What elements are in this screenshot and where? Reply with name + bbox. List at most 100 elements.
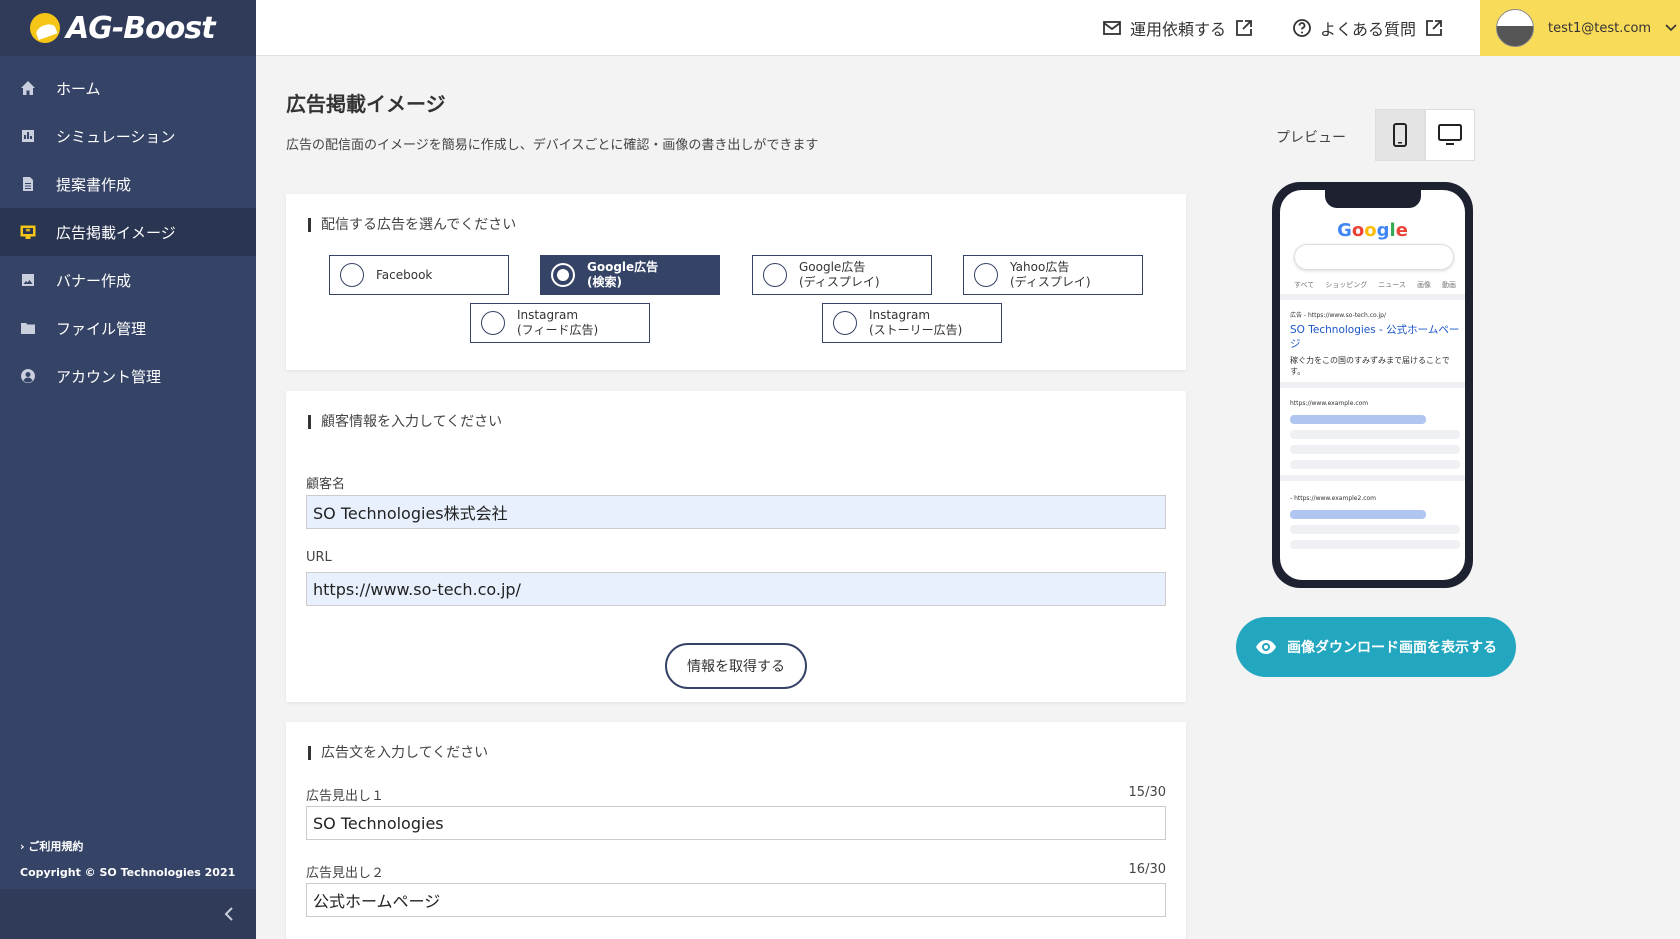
ad-option-yahoo-display[interactable]: Yahoo広告 (ディスプレイ) xyxy=(963,255,1143,295)
google-tab: 画像 xyxy=(1416,281,1431,289)
faq-link[interactable]: よくある質問 xyxy=(1292,16,1444,40)
customer-info-card: 顧客情報を入力してください 顧客名 URL 情報を取得する xyxy=(286,391,1186,702)
phone-notch xyxy=(1324,190,1421,208)
placeholder-bar xyxy=(1290,460,1460,469)
sidebar-item-account[interactable]: アカウント管理 xyxy=(0,352,256,400)
help-circle-icon xyxy=(1293,19,1311,37)
section-title: 配信する広告を選んでください xyxy=(308,218,516,232)
desktop-preview-toggle[interactable] xyxy=(1425,109,1475,161)
ad-option-google-display[interactable]: Google広告 (ディスプレイ) xyxy=(752,255,932,295)
request-operation-label: 運用依頼する xyxy=(1130,20,1227,39)
phone-screen: Google すべて ショッピング ニュース 画像 動画 広告 - https:… xyxy=(1280,190,1465,580)
external-link-icon xyxy=(1236,20,1252,36)
customer-name-input[interactable] xyxy=(306,495,1166,529)
sidebar-item-simulation[interactable]: シミュレーション xyxy=(0,112,256,160)
section-title: 広告文を入力してください xyxy=(308,746,488,760)
option-sublabel: (ストーリー広告) xyxy=(869,323,963,337)
option-label: Yahoo広告 xyxy=(1010,260,1070,274)
preview-label: プレビュー xyxy=(1276,130,1346,146)
headline2-label: 広告見出し２ xyxy=(306,866,385,881)
download-button-label: 画像ダウンロード画面を表示する xyxy=(1287,640,1497,656)
eye-icon xyxy=(1256,640,1276,654)
user-circle-icon xyxy=(20,368,36,384)
headline1-label: 広告見出し１ xyxy=(306,789,385,804)
section-title: 顧客情報を入力してください xyxy=(308,415,502,429)
logo-text: AG-Boost xyxy=(66,10,216,46)
smartphone-icon xyxy=(1393,123,1407,147)
placeholder-bar xyxy=(1290,430,1460,439)
ad-option-instagram-feed[interactable]: Instagram (フィード広告) xyxy=(470,303,650,343)
fetch-info-button[interactable]: 情報を取得する xyxy=(665,643,807,689)
divider xyxy=(1280,475,1465,481)
request-operation-link[interactable]: 運用依頼する xyxy=(1102,16,1254,40)
radio-icon xyxy=(340,263,364,287)
placeholder-bar xyxy=(1290,540,1460,549)
mobile-preview-toggle[interactable] xyxy=(1375,109,1425,161)
ad-description: 稼ぐ力をこの国のすみずみまで届けることです。 xyxy=(1290,356,1450,376)
page-description: 広告の配信面のイメージを簡易に作成し、デバイスごとに確認・画像の書き出しができま… xyxy=(286,138,819,153)
folder-icon xyxy=(20,320,36,336)
sidebar-item-home[interactable]: ホーム xyxy=(0,64,256,112)
url-label: URL xyxy=(306,550,332,565)
copyright: Copyright © SO Technologies 2021 xyxy=(20,866,236,879)
app-logo[interactable]: AG-Boost xyxy=(0,0,256,56)
option-sublabel: (検索) xyxy=(587,275,622,289)
radio-icon xyxy=(763,263,787,287)
google-tab: ショッピング xyxy=(1325,281,1368,289)
faq-label: よくある質問 xyxy=(1320,20,1417,39)
url-input[interactable] xyxy=(306,572,1166,606)
sidebar-item-proposal[interactable]: 提案書作成 xyxy=(0,160,256,208)
sidebar-item-label: 提案書作成 xyxy=(56,175,132,194)
radio-icon xyxy=(833,311,857,335)
headline1-input[interactable] xyxy=(306,806,1166,840)
sidebar-item-files[interactable]: ファイル管理 xyxy=(0,304,256,352)
sidebar-footer: › ご利用規約 Copyright © SO Technologies 2021 xyxy=(20,838,235,879)
sidebar-item-label: ファイル管理 xyxy=(56,319,147,338)
terms-label: ご利用規約 xyxy=(28,840,84,853)
sidebar-item-banner[interactable]: バナー作成 xyxy=(0,256,256,304)
avatar xyxy=(1496,9,1534,47)
radio-icon xyxy=(481,311,505,335)
ad-option-instagram-story[interactable]: Instagram (ストーリー広告) xyxy=(822,303,1002,343)
google-tab: 動画 xyxy=(1441,281,1456,289)
headline1-counter: 15/30 xyxy=(1128,785,1166,800)
user-menu[interactable]: test1@test.com xyxy=(1480,0,1680,56)
sidebar-item-label: シミュレーション xyxy=(56,127,176,146)
user-email: test1@test.com xyxy=(1548,20,1652,36)
headline2-input[interactable] xyxy=(306,883,1166,917)
collapse-bar xyxy=(0,889,256,939)
page-title: 広告掲載イメージ xyxy=(286,92,446,116)
monitor-icon xyxy=(20,224,36,240)
collapse-chevron-icon[interactable] xyxy=(218,903,240,925)
ad-option-google-search[interactable]: Google広告 (検索) xyxy=(540,255,720,295)
download-image-button[interactable]: 画像ダウンロード画面を表示する xyxy=(1236,617,1516,677)
terms-link[interactable]: › ご利用規約 xyxy=(20,838,235,854)
option-sublabel: (フィード広告) xyxy=(517,323,599,337)
sidebar-item-label: ホーム xyxy=(56,79,101,98)
external-link-icon xyxy=(1426,20,1442,36)
chevron-down-icon xyxy=(1665,24,1677,32)
placeholder-bar xyxy=(1290,510,1426,519)
option-label: Instagram xyxy=(869,308,931,322)
option-label: Google広告 xyxy=(799,260,866,274)
sidebar-item-label: バナー作成 xyxy=(56,271,132,290)
result-url: - https://www.example2.com xyxy=(1290,495,1377,502)
ad-option-facebook[interactable]: Facebook xyxy=(329,255,509,295)
image-icon xyxy=(20,272,36,288)
option-label: Facebook xyxy=(376,267,433,282)
option-sublabel: (ディスプレイ) xyxy=(799,275,880,289)
radio-icon xyxy=(974,263,998,287)
divider xyxy=(1280,294,1465,300)
ad-url: 広告 - https://www.so-tech.co.jp/ xyxy=(1290,312,1386,319)
google-tab: ニュース xyxy=(1378,281,1406,289)
option-label: Google広告 xyxy=(587,260,659,274)
document-icon xyxy=(20,176,36,192)
home-icon xyxy=(20,80,36,96)
mail-icon xyxy=(1103,21,1121,35)
radio-icon xyxy=(551,263,575,287)
logo-icon xyxy=(30,13,60,43)
placeholder-bar xyxy=(1290,415,1426,424)
sidebar-item-ad-image[interactable]: 広告掲載イメージ xyxy=(0,208,256,256)
ad-text-card: 広告文を入力してください 広告見出し１ 15/30 広告見出し２ 16/30 xyxy=(286,722,1186,939)
sidebar-item-label: 広告掲載イメージ xyxy=(56,223,176,242)
